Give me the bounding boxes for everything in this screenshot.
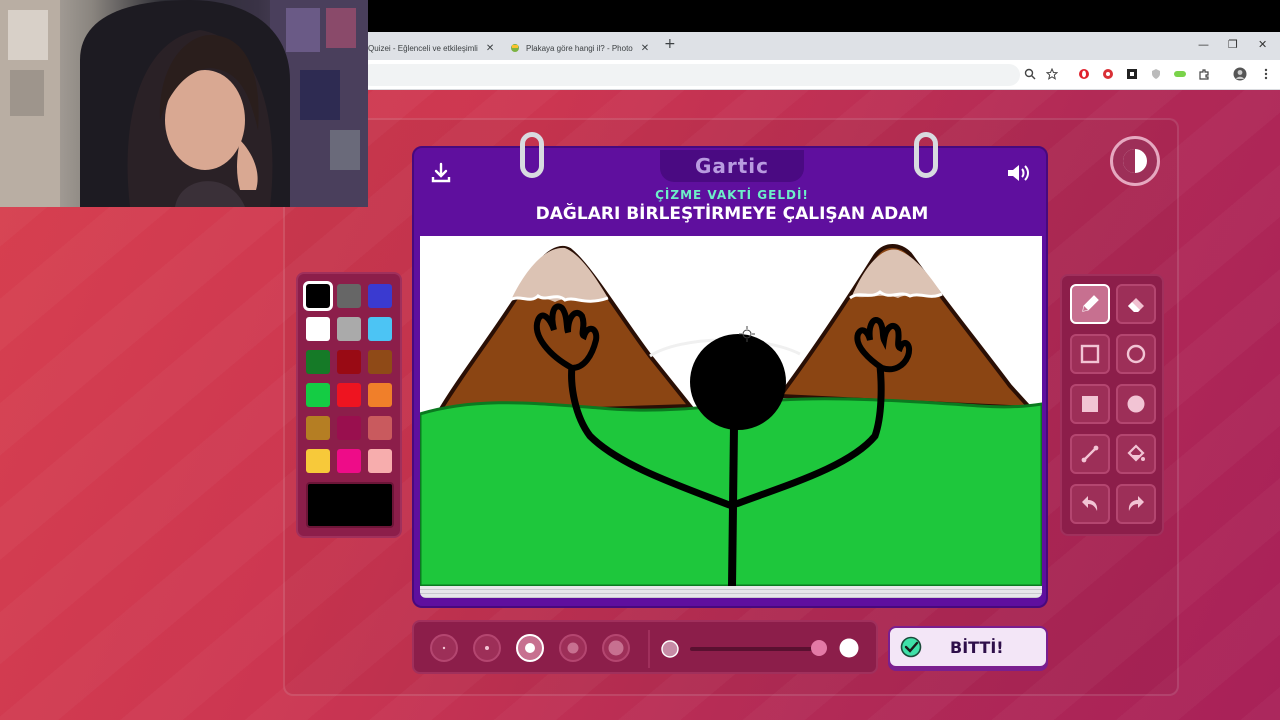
gartic-logo: Gartic (660, 150, 804, 182)
canvas-frame (412, 234, 1048, 608)
brush-size-3[interactable] (516, 634, 544, 662)
zoom-icon[interactable] (1022, 66, 1038, 82)
bar-divider (648, 630, 650, 668)
speaker-icon (1008, 165, 1029, 181)
color-swatch[interactable] (337, 350, 361, 374)
tab-title: Plakaya göre hangi il? - Photo (526, 43, 633, 53)
color-swatch[interactable] (337, 317, 361, 341)
pencil-tool-button[interactable] (1070, 284, 1110, 324)
browser-tab-quizei[interactable]: Quizei - Eğlenceli ve etkileşimli ✕ (360, 36, 500, 60)
opacity-min-icon (661, 640, 679, 658)
color-swatch[interactable] (306, 350, 330, 374)
streamer-webcam-image (0, 0, 368, 207)
bookmark-star-icon[interactable] (1044, 66, 1060, 82)
green-extension-icon[interactable] (1172, 66, 1188, 82)
brush-settings-bar (412, 620, 878, 674)
line-tool-button[interactable] (1070, 434, 1110, 474)
color-swatch[interactable] (303, 281, 333, 311)
browser-menu-icon[interactable] (1258, 66, 1274, 82)
tool-panel (1060, 274, 1164, 536)
contrast-icon (1123, 149, 1147, 173)
drawing-card: Gartic ÇİZME VAKTİ GELDİ! DAĞLARI BİRLEŞ… (412, 132, 1048, 608)
color-swatch[interactable] (306, 449, 330, 473)
brush-size-1[interactable] (430, 634, 458, 662)
contrast-toggle-button[interactable] (1110, 136, 1160, 186)
color-swatch[interactable] (368, 383, 392, 407)
card-header: Gartic ÇİZME VAKTİ GELDİ! DAĞLARI BİRLEŞ… (412, 146, 1048, 236)
fill-bucket-tool-button[interactable] (1116, 434, 1156, 474)
color-swatch[interactable] (306, 383, 330, 407)
photo-favicon-icon (511, 44, 519, 52)
notebook-page-edge (420, 586, 1042, 598)
opacity-max-icon (839, 638, 859, 658)
download-icon (431, 162, 451, 183)
download-button[interactable] (428, 160, 454, 186)
pencil-icon (1082, 295, 1099, 312)
maximize-button[interactable]: ❐ (1228, 38, 1238, 51)
brush-size-4[interactable] (559, 634, 587, 662)
color-swatch[interactable] (337, 416, 361, 440)
drawing-canvas[interactable] (420, 236, 1042, 586)
address-bar[interactable] (360, 64, 1020, 86)
redo-button[interactable] (1116, 484, 1156, 524)
opacity-slider-handle[interactable] (810, 639, 828, 657)
color-swatch[interactable] (368, 284, 392, 308)
color-swatch[interactable] (368, 416, 392, 440)
binder-ring (914, 132, 938, 178)
rectangle-outline-tool-button[interactable] (1070, 334, 1110, 374)
line-icon (1081, 445, 1099, 463)
color-swatch[interactable] (337, 284, 361, 308)
color-swatch[interactable] (368, 449, 392, 473)
circle-filled-tool-button[interactable] (1116, 384, 1156, 424)
tab-close-icon[interactable]: ✕ (641, 43, 649, 54)
brush-size-5[interactable] (602, 634, 630, 662)
eraser-icon (1128, 298, 1144, 312)
undo-button[interactable] (1070, 484, 1110, 524)
color-swatch[interactable] (306, 416, 330, 440)
new-tab-button[interactable]: + (664, 36, 676, 52)
circle-filled-icon (1127, 395, 1145, 413)
circle-outline-tool-button[interactable] (1116, 334, 1156, 374)
current-color-preview (306, 482, 394, 528)
tab-close-icon[interactable]: ✕ (486, 43, 494, 54)
shield-extension-icon[interactable] (1148, 66, 1164, 82)
drawing-artwork (420, 244, 1042, 586)
redo-icon (1128, 496, 1144, 511)
opacity-slider[interactable] (690, 640, 827, 656)
close-window-button[interactable]: ✕ (1258, 38, 1267, 51)
check-badge-icon (900, 636, 922, 658)
rect-outline-icon (1080, 344, 1100, 364)
sound-button[interactable] (1006, 160, 1032, 186)
color-swatch[interactable] (337, 449, 361, 473)
logo-text: Gartic (694, 154, 770, 178)
finish-label: BİTTİ! (950, 637, 1004, 657)
finish-button[interactable]: BİTTİ! (888, 626, 1048, 668)
extensions-puzzle-icon[interactable] (1196, 66, 1212, 82)
brush-size-2[interactable] (473, 634, 501, 662)
opera-extension-icon[interactable] (1076, 66, 1092, 82)
dark-extension-icon[interactable] (1124, 66, 1140, 82)
eraser-tool-button[interactable] (1116, 284, 1156, 324)
rectangle-filled-tool-button[interactable] (1070, 384, 1110, 424)
circle-outline-icon (1126, 344, 1146, 364)
color-swatch[interactable] (337, 383, 361, 407)
webcam-overlay (0, 0, 368, 207)
color-palette (296, 272, 402, 538)
tab-title: Quizei - Eğlenceli ve etkileşimli (368, 43, 478, 53)
color-swatch[interactable] (368, 350, 392, 374)
rect-filled-icon (1082, 396, 1098, 412)
profile-avatar[interactable] (1232, 66, 1248, 82)
drawing-prompt-title: DAĞLARI BİRLEŞTİRMEYE ÇALIŞAN ADAM (535, 204, 929, 224)
color-swatch[interactable] (306, 317, 330, 341)
fill-bucket-icon (1127, 444, 1145, 462)
undo-icon (1082, 496, 1098, 511)
browser-tab-plakaya[interactable]: Plakaya göre hangi il? - Photo ✕ (504, 36, 654, 60)
red-extension-icon[interactable] (1100, 66, 1116, 82)
minimize-button[interactable]: — (1198, 38, 1209, 51)
binder-ring (520, 132, 544, 178)
draw-time-subtitle: ÇİZME VAKTİ GELDİ! (655, 188, 809, 202)
color-swatch[interactable] (368, 317, 392, 341)
